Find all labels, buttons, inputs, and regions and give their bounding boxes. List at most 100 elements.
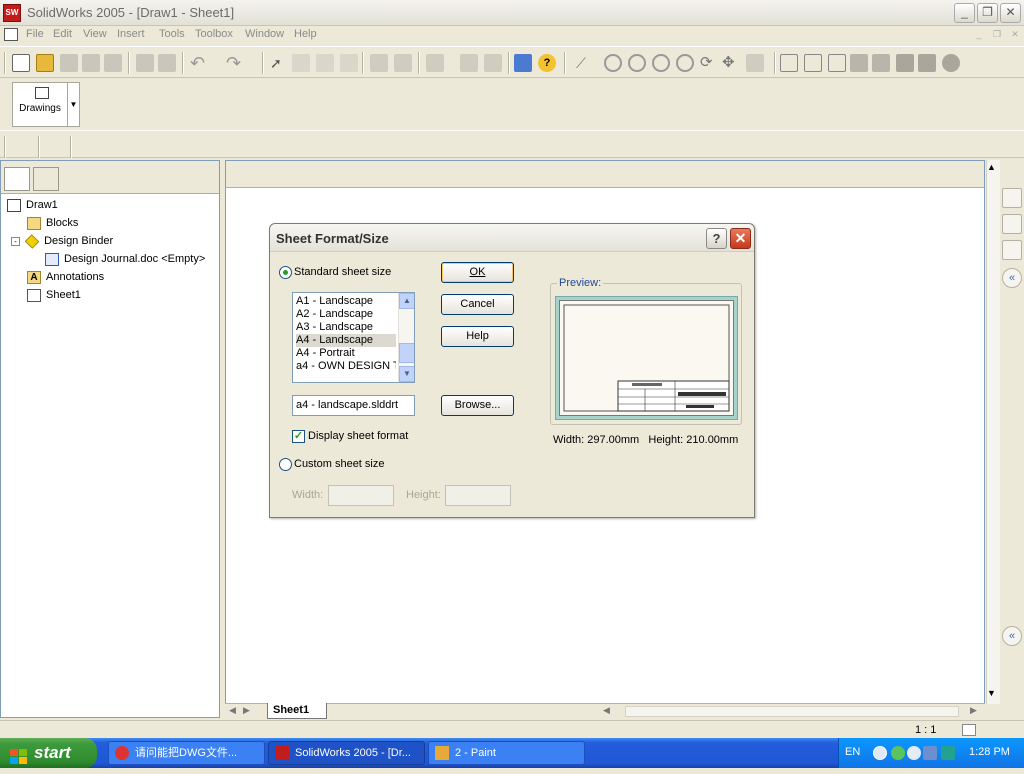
- layers-icon[interactable]: [394, 54, 412, 72]
- shaded-icon[interactable]: [872, 54, 890, 72]
- language-indicator[interactable]: EN: [845, 746, 860, 758]
- zoom-to-fit-icon[interactable]: [604, 54, 622, 72]
- tab-sheet1[interactable]: Sheet1: [267, 703, 327, 719]
- list-item-selected[interactable]: A4 - Landscape: [296, 334, 396, 347]
- shaded-edges-icon[interactable]: [850, 54, 868, 72]
- zoom-in-out-icon[interactable]: [652, 54, 670, 72]
- rotate-view-icon[interactable]: ⟳: [700, 54, 718, 72]
- help-button[interactable]: Help: [441, 326, 514, 347]
- tree-item-draw1[interactable]: Draw1: [7, 197, 58, 213]
- options-icon[interactable]: [514, 54, 532, 72]
- menu-insert[interactable]: Insert: [117, 28, 145, 40]
- vertical-scrollbar[interactable]: ▲ ▼: [986, 160, 1000, 704]
- tree-item-design-journal[interactable]: Design Journal.doc <Empty>: [45, 251, 205, 267]
- collapse-pane-icon[interactable]: «: [1002, 268, 1022, 288]
- undo-icon[interactable]: ↶: [190, 54, 208, 72]
- tree-item-sheet1[interactable]: Sheet1: [27, 287, 81, 303]
- chevron-down-icon[interactable]: ▼: [67, 83, 79, 126]
- menu-help[interactable]: Help: [294, 28, 317, 40]
- zoom-area-icon[interactable]: [628, 54, 646, 72]
- horizontal-scrollbar[interactable]: [625, 706, 959, 717]
- drawings-label[interactable]: Drawings: [13, 103, 67, 114]
- network-icon[interactable]: [923, 746, 937, 760]
- new-file-icon[interactable]: [12, 54, 30, 72]
- open-folder-icon[interactable]: [36, 54, 54, 72]
- document-icon[interactable]: [4, 28, 18, 41]
- standard-size-radio[interactable]: [279, 266, 292, 279]
- print-preview-icon[interactable]: [104, 54, 122, 72]
- library-icon[interactable]: [1002, 214, 1022, 234]
- messenger-icon[interactable]: [891, 746, 905, 760]
- file-explorer-icon[interactable]: [1002, 240, 1022, 260]
- dialog-help-icon[interactable]: ?: [706, 228, 727, 249]
- tray-expand-icon[interactable]: [873, 746, 887, 760]
- scroll-down-icon[interactable]: ▼: [987, 688, 996, 698]
- tree-item-blocks[interactable]: Blocks: [27, 215, 78, 231]
- select-pointer-icon[interactable]: ➚: [270, 54, 288, 72]
- scroll-thumb[interactable]: [399, 343, 414, 363]
- wireframe-icon[interactable]: [780, 54, 798, 72]
- list-item[interactable]: A2 - Landscape: [296, 308, 396, 321]
- sheet-nav-next-icon[interactable]: ▶: [243, 705, 250, 716]
- close-window-button[interactable]: ✕: [1000, 3, 1021, 23]
- list-item[interactable]: A1 - Landscape: [296, 295, 396, 308]
- tree-item-design-binder[interactable]: - Design Binder: [11, 233, 113, 249]
- doc-restore-button[interactable]: ❐: [990, 29, 1004, 41]
- ok-button[interactable]: OK: [441, 262, 514, 283]
- print-icon[interactable]: [82, 54, 100, 72]
- feature-tree-tab[interactable]: [4, 167, 30, 191]
- collapse-icon[interactable]: -: [11, 236, 20, 246]
- align-icon[interactable]: [426, 54, 444, 72]
- doc-minimize-button[interactable]: _: [972, 29, 986, 41]
- redo-icon[interactable]: ↷: [226, 54, 244, 72]
- list-item[interactable]: A3 - Landscape: [296, 321, 396, 334]
- doc-close-button[interactable]: ✕: [1008, 29, 1022, 41]
- sheet-format-file-field[interactable]: a4 - landscape.slddrt: [292, 395, 415, 416]
- chevron-up-icon[interactable]: ▲: [399, 293, 414, 309]
- grid-icon[interactable]: [370, 54, 388, 72]
- menu-tools[interactable]: Tools: [159, 28, 185, 40]
- property-manager-tab[interactable]: [33, 167, 59, 191]
- pan-icon[interactable]: ✥: [722, 54, 740, 72]
- width-field[interactable]: [328, 485, 394, 506]
- menu-toolbox[interactable]: Toolbox: [195, 28, 233, 40]
- sheet-size-list[interactable]: A1 - Landscape A2 - Landscape A3 - Lands…: [292, 292, 415, 383]
- hscroll-left-icon[interactable]: ◀: [603, 705, 610, 716]
- list-item[interactable]: A4 - Portrait: [296, 347, 396, 360]
- task-solidworks[interactable]: SolidWorks 2005 - [Dr...: [268, 741, 425, 765]
- list-icon[interactable]: [484, 54, 502, 72]
- display-format-checkbox[interactable]: ✓: [292, 430, 305, 443]
- realview-icon[interactable]: [942, 54, 960, 72]
- help-icon[interactable]: ?: [538, 54, 556, 72]
- rebuild-icon[interactable]: [340, 54, 358, 72]
- menu-view[interactable]: View: [83, 28, 107, 40]
- save-icon[interactable]: [60, 54, 78, 72]
- dialog-close-icon[interactable]: ✕: [730, 228, 751, 249]
- list-item[interactable]: a4 - OWN DESIGN TE: [296, 360, 396, 373]
- task-browser[interactable]: 请问能把DWG文件...: [108, 741, 265, 765]
- custom-size-radio[interactable]: [279, 458, 292, 471]
- perspective-icon[interactable]: [918, 54, 936, 72]
- chevron-down-icon[interactable]: ▼: [399, 366, 414, 382]
- home-icon[interactable]: [1002, 188, 1022, 208]
- browse-button[interactable]: Browse...: [441, 395, 514, 416]
- hidden-lines-removed-icon[interactable]: [828, 54, 846, 72]
- sketch-icon[interactable]: [316, 54, 334, 72]
- minimize-button[interactable]: _: [954, 3, 975, 23]
- smart-select-icon[interactable]: [292, 54, 310, 72]
- shadows-icon[interactable]: [896, 54, 914, 72]
- expand-pane-icon[interactable]: «: [1002, 626, 1022, 646]
- zoom-selection-icon[interactable]: [676, 54, 694, 72]
- restore-button[interactable]: ❐: [977, 3, 998, 23]
- sheet-nav-prev-icon[interactable]: ◀: [229, 705, 236, 716]
- app-tray-icon[interactable]: [941, 746, 955, 760]
- move-entities-icon[interactable]: [460, 54, 478, 72]
- draw-line-icon[interactable]: ⟋: [576, 54, 594, 72]
- menu-edit[interactable]: Edit: [53, 28, 72, 40]
- cut-icon[interactable]: [136, 54, 154, 72]
- menu-file[interactable]: File: [26, 28, 44, 40]
- view-orientation-icon[interactable]: [746, 54, 764, 72]
- menu-window[interactable]: Window: [245, 28, 284, 40]
- task-paint[interactable]: 2 - Paint: [428, 741, 585, 765]
- hidden-lines-visible-icon[interactable]: [804, 54, 822, 72]
